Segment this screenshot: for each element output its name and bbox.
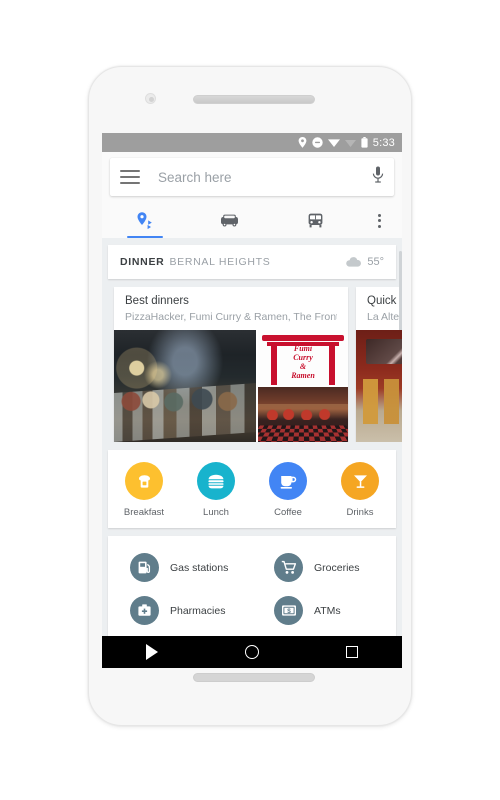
- place-card-title: Best dinners: [125, 295, 189, 307]
- explore-content: DINNER BERNAL HEIGHTS 55° Best dinners P…: [102, 245, 402, 668]
- temperature-label: 55°: [367, 256, 384, 268]
- transit-bus-icon: [308, 213, 323, 228]
- home-circle-icon[interactable]: [230, 636, 274, 668]
- services-row: Pharmacies $ ATMs: [108, 589, 396, 632]
- photo-stack: Fumi Curry & Ramen: [258, 330, 348, 442]
- place-card-quick-lunch[interactable]: Quick l La Alte: [356, 287, 402, 442]
- service-label: Groceries: [314, 561, 360, 574]
- place-card-header: Quick l La Alte: [356, 287, 402, 330]
- phone-frame: 5:33 Search here DINNER BERNAL HEIGHTS 5…: [88, 66, 412, 726]
- status-clock: 5:33: [372, 136, 395, 149]
- hamburger-menu-icon[interactable]: [120, 170, 140, 184]
- service-gas-stations[interactable]: Gas stations: [108, 546, 252, 589]
- place-card-best-dinners[interactable]: Best dinners PizzaHacker, Fumi Curry & R…: [114, 287, 348, 442]
- quick-actions-row: Breakfast Lunch Coffee Drinks: [108, 462, 396, 518]
- quick-action-label: Lunch: [203, 507, 229, 518]
- bottom-speaker-grill: [193, 673, 315, 682]
- tab-explore[interactable]: [102, 203, 187, 238]
- back-triangle-icon[interactable]: [130, 636, 174, 668]
- message-icon: [312, 137, 323, 148]
- car-icon: [221, 214, 239, 227]
- service-label: Pharmacies: [170, 604, 226, 617]
- place-card-header: Best dinners PizzaHacker, Fumi Curry & R…: [114, 287, 348, 330]
- search-input[interactable]: Search here: [158, 170, 372, 185]
- quick-action-drinks[interactable]: Drinks: [324, 462, 396, 518]
- gas-pump-icon[interactable]: [130, 553, 159, 582]
- android-nav-bar: [102, 636, 402, 668]
- cloud-icon: [346, 257, 362, 267]
- place-card-photos: Fumi Curry & Ramen: [114, 330, 348, 442]
- search-bar[interactable]: Search here: [110, 158, 394, 196]
- quick-action-lunch[interactable]: Lunch: [180, 462, 252, 518]
- scrollbar-track[interactable]: [399, 245, 402, 668]
- fumi-curry-ramen-logo-photo[interactable]: Fumi Curry & Ramen: [258, 330, 348, 385]
- tab-transit[interactable]: [273, 203, 358, 238]
- signal-icon: [344, 138, 356, 148]
- front-camera-icon: [145, 93, 156, 104]
- service-atms[interactable]: $ ATMs: [252, 589, 396, 632]
- services-row: Gas stations Groceries: [108, 546, 396, 589]
- battery-icon: [361, 137, 368, 148]
- bar-checkered-floor-photo[interactable]: [258, 387, 348, 442]
- context-header-card[interactable]: DINNER BERNAL HEIGHTS 55°: [108, 245, 396, 279]
- phone-screen: 5:33 Search here DINNER BERNAL HEIGHTS 5…: [102, 133, 402, 668]
- pharmacy-cross-icon[interactable]: [130, 596, 159, 625]
- service-pharmacies[interactable]: Pharmacies: [108, 589, 252, 632]
- red-wall-restaurant-photo[interactable]: [356, 330, 402, 442]
- service-label: Gas stations: [170, 561, 229, 574]
- quick-action-breakfast[interactable]: Breakfast: [108, 462, 180, 518]
- location-pin-icon: [298, 137, 307, 148]
- toast-bread-icon[interactable]: [125, 462, 163, 500]
- banknote-icon[interactable]: $: [274, 596, 303, 625]
- meal-label: DINNER: [120, 256, 165, 268]
- quick-actions-card: Breakfast Lunch Coffee Drinks: [108, 450, 396, 528]
- quick-action-label: Drinks: [346, 507, 374, 518]
- status-bar: 5:33: [102, 133, 402, 152]
- screenshot-stage: 5:33 Search here DINNER BERNAL HEIGHTS 5…: [0, 0, 500, 800]
- recents-square-icon[interactable]: [330, 636, 374, 668]
- place-card-photos: [356, 330, 402, 442]
- svg-text:$: $: [287, 608, 291, 615]
- coffee-cup-icon[interactable]: [269, 462, 307, 500]
- tab-active-indicator: [126, 235, 163, 238]
- search-area: Search here: [102, 152, 402, 203]
- place-card-title: Quick l: [367, 295, 402, 307]
- service-groceries[interactable]: Groceries: [252, 546, 396, 589]
- quick-action-label: Breakfast: [123, 507, 165, 518]
- tab-driving[interactable]: [187, 203, 272, 238]
- place-card-subtitle: La Alte: [367, 311, 400, 323]
- weather-group: 55°: [346, 256, 384, 268]
- microphone-icon[interactable]: [372, 166, 384, 188]
- tab-bar: [102, 203, 402, 239]
- restaurant-bar-interior-photo[interactable]: [114, 330, 256, 442]
- shopping-cart-icon[interactable]: [274, 553, 303, 582]
- quick-action-coffee[interactable]: Coffee: [252, 462, 324, 518]
- explore-place-pin-icon: [137, 212, 152, 230]
- overflow-menu-icon[interactable]: [378, 213, 382, 228]
- service-label: ATMs: [314, 604, 341, 617]
- tab-more-overflow[interactable]: [358, 203, 402, 238]
- services-card: Gas stations Groceries Pharmacies $ ATMs: [108, 536, 396, 638]
- quick-action-label: Coffee: [274, 507, 302, 518]
- earpiece-speaker: [193, 95, 315, 104]
- place-cards-carousel[interactable]: Best dinners PizzaHacker, Fumi Curry & R…: [102, 287, 402, 442]
- place-card-subtitle: PizzaHacker, Fumi Curry & Ramen, The Fro…: [125, 311, 337, 323]
- neighborhood-label: BERNAL HEIGHTS: [169, 256, 271, 268]
- burger-icon[interactable]: [197, 462, 235, 500]
- cocktail-glass-icon[interactable]: [341, 462, 379, 500]
- wifi-icon: [327, 138, 340, 148]
